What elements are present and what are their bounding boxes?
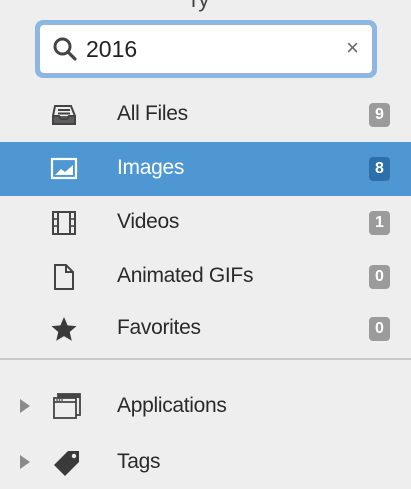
sidebar-group-applications[interactable]: Applications — [0, 380, 411, 434]
sidebar-item-label: Favorites — [117, 316, 201, 339]
sidebar-item-label: Animated GIFs — [117, 264, 254, 287]
disclosure-triangle-icon[interactable] — [20, 399, 30, 413]
sidebar-item-all-files[interactable]: All Files 9 — [0, 88, 411, 142]
sidebar-group-label: Applications — [117, 394, 227, 417]
search-input[interactable] — [86, 31, 326, 67]
sidebar-item-images[interactable]: Images 8 — [0, 142, 411, 196]
sidebar-group-tags[interactable]: Tags — [0, 436, 411, 489]
cropped-header-text: ry — [191, 0, 209, 13]
section-divider — [0, 358, 411, 360]
image-icon — [50, 157, 78, 180]
tag-icon — [54, 451, 79, 476]
inbox-tray-icon — [52, 105, 76, 125]
sidebar-item-animated-gifs[interactable]: Animated GIFs 0 — [0, 250, 411, 304]
sidebar-group-label: Tags — [117, 450, 161, 473]
star-icon — [51, 317, 77, 341]
cropped-header-fragment: ry — [0, 0, 411, 14]
count-badge: 0 — [369, 317, 390, 341]
disclosure-triangle-icon[interactable] — [20, 455, 30, 469]
count-badge: 0 — [369, 265, 390, 289]
search-field[interactable]: × — [39, 24, 373, 74]
sidebar-item-favorites[interactable]: Favorites 0 — [0, 302, 411, 356]
search-field-focus-ring: × — [35, 20, 377, 78]
search-icon — [53, 37, 77, 61]
count-badge: 9 — [369, 103, 390, 127]
application-window-icon — [53, 393, 81, 419]
sidebar-item-label: All Files — [117, 102, 188, 125]
count-badge: 1 — [369, 211, 390, 235]
sidebar-item-label: Images — [117, 156, 185, 179]
document-icon — [54, 264, 74, 290]
sidebar-item-label: Videos — [117, 210, 180, 233]
sidebar: ry × All Files 9 Images 8 — [0, 0, 411, 489]
clear-search-icon[interactable]: × — [346, 35, 359, 61]
film-strip-icon — [52, 211, 76, 235]
sidebar-item-videos[interactable]: Videos 1 — [0, 196, 411, 250]
count-badge: 8 — [369, 157, 390, 181]
